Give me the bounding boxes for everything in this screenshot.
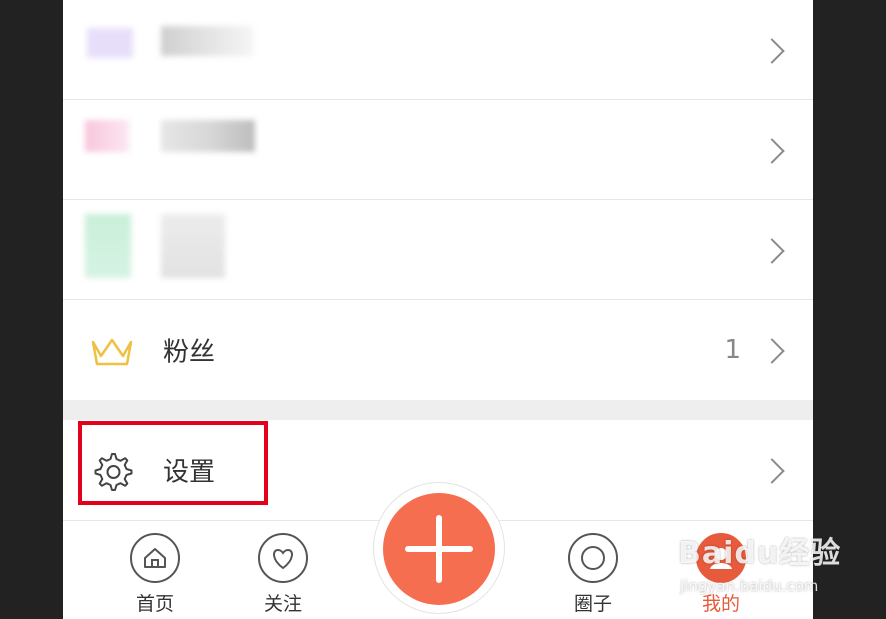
- menu-row-1[interactable]: [63, 0, 813, 100]
- highlight-box: [78, 421, 268, 505]
- chevron-right-icon: [759, 338, 785, 364]
- blurred-label: [161, 214, 225, 278]
- menu-row-fans[interactable]: 粉丝 1: [63, 300, 813, 400]
- home-icon: [130, 533, 180, 583]
- section-gap: [63, 400, 813, 420]
- blurred-label: [161, 26, 253, 56]
- tab-home[interactable]: 首页: [115, 533, 195, 616]
- chevron-right-icon: [759, 238, 785, 264]
- tab-follow-label: 关注: [263, 593, 302, 615]
- watermark-brand: Baidu经验: [678, 536, 842, 571]
- chevron-right-icon: [759, 458, 785, 484]
- blurred-icon: [85, 120, 129, 152]
- watermark-url: jingyan.baidu.com: [680, 577, 819, 595]
- menu-row-2[interactable]: [63, 100, 813, 200]
- crown-icon: [91, 338, 133, 366]
- blurred-icon: [87, 28, 133, 58]
- tab-circle[interactable]: 圈子: [553, 533, 633, 616]
- fans-count: 1: [724, 335, 741, 365]
- tab-follow[interactable]: 关注: [243, 533, 323, 616]
- chevron-right-icon: [759, 138, 785, 164]
- fans-label: 粉丝: [163, 337, 216, 368]
- tab-circle-label: 圈子: [573, 593, 612, 615]
- add-button[interactable]: [383, 493, 495, 605]
- blurred-icon: [85, 214, 131, 278]
- heart-icon: [258, 533, 308, 583]
- chevron-right-icon: [759, 38, 785, 64]
- menu-row-3[interactable]: [63, 200, 813, 300]
- blurred-label: [161, 120, 255, 152]
- tab-home-label: 首页: [135, 593, 174, 615]
- phone-screen: 粉丝 1 设置 首页 关注 圈子 我的: [63, 0, 813, 619]
- circle-icon: [568, 533, 618, 583]
